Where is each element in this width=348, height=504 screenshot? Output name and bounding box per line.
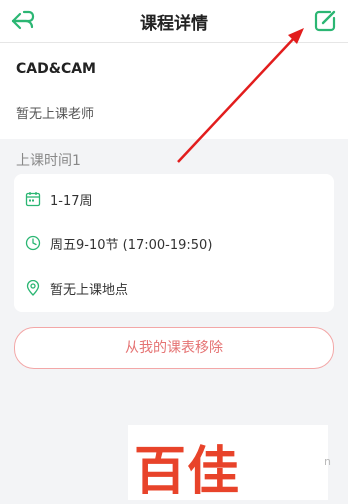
weeks-text: 1-17周 <box>50 194 93 209</box>
time-text: 周五9-10节 (17:00-19:50) <box>50 238 213 253</box>
calendar-icon <box>25 192 41 207</box>
schedule-card: 1-17周 周五9-10节 (17:00-19:50) 暂无上课地点 <box>14 174 334 312</box>
location-pin-icon <box>26 280 40 296</box>
watermark: 百佳 <box>128 425 328 502</box>
weeks-row: 1-17周 <box>14 187 334 211</box>
top-bar: 课程详情 <box>0 0 348 43</box>
teacher-text: 暂无上课老师 <box>16 107 95 122</box>
edit-button[interactable] <box>310 6 340 36</box>
location-text: 暂无上课地点 <box>50 283 129 298</box>
course-name: CAD&CAM <box>16 61 96 77</box>
watermark-side-text: n <box>324 455 331 468</box>
location-row: 暂无上课地点 <box>14 276 334 300</box>
watermark-text: 百佳 <box>134 442 241 502</box>
course-info: CAD&CAM 暂无上课老师 <box>0 43 348 139</box>
edit-icon <box>314 10 336 32</box>
clock-icon <box>25 235 41 251</box>
page-title: 课程详情 <box>140 14 208 34</box>
remove-from-schedule-button[interactable]: 从我的课表移除 <box>14 327 334 369</box>
time-row: 周五9-10节 (17:00-19:50) <box>14 231 334 255</box>
schedule-section-label: 上课时间1 <box>16 153 81 169</box>
